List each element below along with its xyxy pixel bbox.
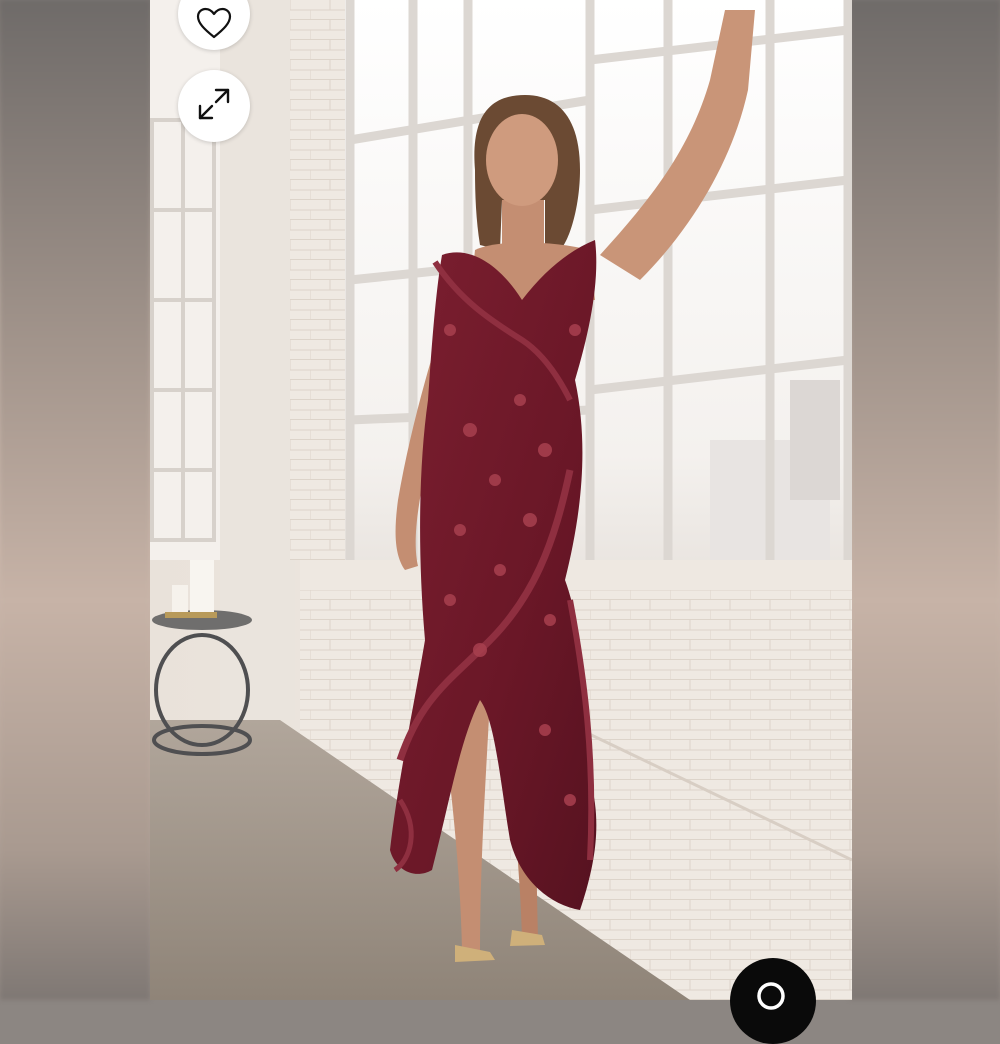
- photo-scene: [150, 0, 852, 1000]
- expand-button[interactable]: [178, 70, 250, 142]
- search-icon: [753, 958, 793, 1023]
- search-button[interactable]: [730, 958, 816, 1044]
- product-photo[interactable]: [150, 0, 852, 1000]
- expand-arrows-icon: [196, 86, 232, 127]
- heart-icon: [196, 7, 232, 44]
